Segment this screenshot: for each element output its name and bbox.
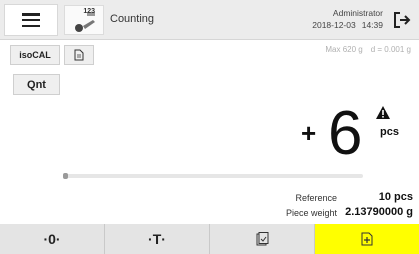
count-unit: pcs <box>380 126 399 138</box>
logout-icon <box>394 12 411 28</box>
time-text: 14:39 <box>361 20 383 30</box>
app-title: Counting <box>110 13 155 25</box>
add-reference-button[interactable] <box>315 224 419 254</box>
date-text: 2018-12-03 <box>312 20 356 30</box>
readability: d = 0.001 g <box>370 45 411 54</box>
protocol-button[interactable] <box>210 224 315 254</box>
user-info: Administrator 2018-12-03 14:39 <box>312 7 383 31</box>
top-bar: 123 Counting Administrator 2018-12-03 14… <box>0 0 419 40</box>
tare-button[interactable]: ·T· <box>105 224 210 254</box>
reference-value: 10 pcs <box>378 191 413 203</box>
hamburger-icon <box>22 13 40 27</box>
logout-button[interactable] <box>387 4 417 36</box>
user-name: Administrator <box>332 8 383 18</box>
add-document-icon <box>361 232 373 246</box>
document-button[interactable] <box>64 45 94 65</box>
document-icon <box>74 49 84 61</box>
value-sign: + <box>301 118 317 148</box>
count-value: 6 <box>328 99 363 168</box>
menu-button[interactable] <box>4 4 58 36</box>
warning-icon <box>376 106 390 119</box>
capacity-info: Max 620 g d = 0.001 g <box>325 45 411 54</box>
qnt-button[interactable]: Qnt <box>13 74 60 95</box>
capacity-indicator <box>63 173 68 179</box>
piece-weight-value: 2.13790000 g <box>345 206 413 218</box>
app-counting-icon[interactable]: 123 <box>64 5 104 35</box>
clipboard-check-icon <box>256 232 269 246</box>
max-capacity: Max 620 g <box>325 45 363 54</box>
reference-label: Reference <box>295 193 337 203</box>
capacity-bar <box>63 173 363 179</box>
isocal-button[interactable]: isoCAL <box>10 45 60 65</box>
piece-weight-label: Piece weight <box>285 208 337 218</box>
bottom-bar: ·0· ·T· <box>0 224 419 254</box>
zero-button[interactable]: ·0· <box>0 224 105 254</box>
app-icon-superscript: 123 <box>83 8 95 15</box>
